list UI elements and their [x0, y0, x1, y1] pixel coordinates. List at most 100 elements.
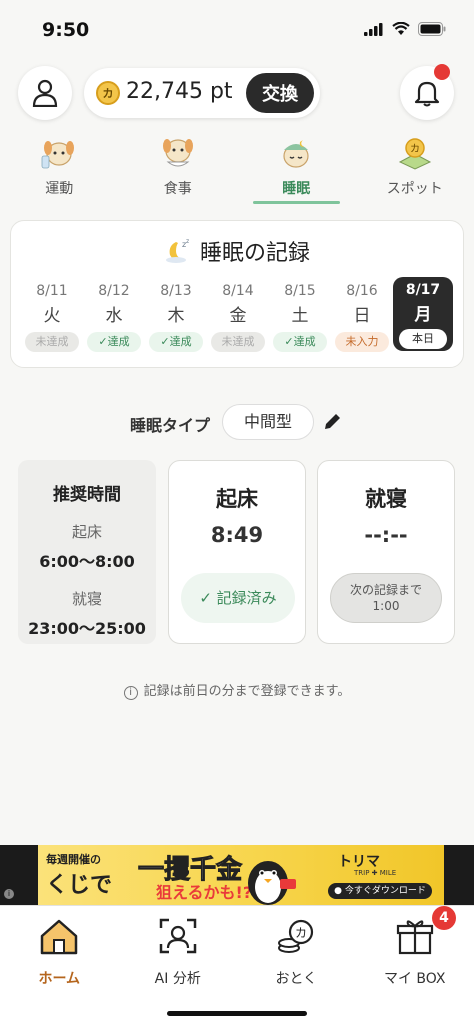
moon-sleep-icon: z z — [165, 238, 189, 263]
pencil-icon[interactable] — [322, 412, 342, 432]
bed-title: 就寝 — [365, 487, 407, 511]
day-date: 8/16 — [346, 283, 378, 299]
status-badge: 未達成 — [211, 332, 265, 352]
profile-button[interactable] — [18, 66, 72, 120]
signal-icon — [364, 22, 383, 36]
bell-icon — [414, 81, 440, 107]
status-badge: ✓達成 — [273, 332, 327, 352]
day-weekday: 火 — [43, 306, 61, 326]
info-icon: i — [123, 686, 138, 700]
status-icons — [364, 22, 446, 36]
wake-time: 8:49 — [210, 523, 264, 547]
sleep-record-card: z z 睡眠の記録 8/11 火 未達成 8/12 水 ✓達成 8/13 木 ✓… — [10, 220, 464, 368]
home-icon — [41, 919, 78, 955]
day-item[interactable]: 8/13 木 ✓達成 — [145, 283, 207, 352]
bed-time: --:-- — [364, 523, 408, 547]
day-item[interactable]: 8/14 金 未達成 — [207, 283, 269, 352]
svg-text:z: z — [186, 238, 189, 245]
wifi-icon — [392, 22, 410, 35]
status-badge: ✓達成 — [87, 332, 141, 352]
info-note: i 記録は前日の分まで登録できます。 — [0, 680, 474, 700]
day-strip: 8/11 火 未達成 8/12 水 ✓達成 8/13 木 ✓達成 8/14 金 … — [21, 277, 453, 352]
nav-label: AI 分析 — [154, 971, 201, 987]
nav-ai-analysis[interactable]: AI 分析 — [119, 906, 238, 1024]
day-weekday: 日 — [353, 306, 371, 326]
day-weekday: 水 — [105, 306, 123, 326]
status-bar: 9:50 — [0, 0, 474, 56]
home-indicator[interactable] — [167, 1011, 307, 1016]
sleep-type-value[interactable]: 中間型 — [222, 404, 314, 440]
recommended-wake-label: 起床 — [71, 523, 102, 541]
day-date: 8/11 — [36, 283, 68, 299]
notification-button[interactable] — [400, 64, 454, 120]
day-date: 8/15 — [284, 283, 316, 299]
sleep-type-row: 睡眠タイプ 中間型 — [0, 404, 474, 440]
recommended-time-card: 推奨時間 起床 6:00〜8:00 就寝 23:00〜25:00 — [18, 460, 156, 644]
day-item[interactable]: 8/16 日 未入力 — [331, 283, 393, 352]
coin-icon: カ — [96, 81, 120, 105]
spot-coin-icon: カ — [398, 138, 431, 170]
day-weekday: 金 — [229, 306, 247, 326]
next-record-label: 次の記録まで — [349, 583, 422, 597]
status-badge: 本日 — [399, 329, 447, 349]
nav-label: ホーム — [38, 971, 81, 987]
ai-scan-icon — [159, 918, 196, 954]
ad-info-icon[interactable]: i — [4, 889, 14, 899]
recorded-button[interactable]: ✓ 記録済み — [181, 573, 295, 623]
user-icon — [32, 79, 58, 107]
ad-download-button[interactable]: ● 今すぐダウンロード — [328, 883, 432, 899]
ad-creative[interactable]: 毎週開催の くじで 一攫千金 狙えるかも!? トリマ TRIP ✚ MILE ●… — [38, 845, 444, 905]
tab-label: 運動 — [45, 181, 74, 197]
nav-home[interactable]: ホーム — [0, 906, 119, 1024]
top-header: カ 22,745 pt 交換 — [0, 64, 474, 124]
wake-card: 起床 8:49 ✓ 記録済み — [168, 460, 306, 644]
mybox-badge: 4 — [432, 906, 456, 930]
day-weekday: 月 — [414, 305, 432, 325]
status-badge: 未達成 — [25, 332, 79, 352]
exchange-button[interactable]: 交換 — [246, 73, 314, 113]
info-note-text: 記録は前日の分まで登録できます。 — [143, 684, 351, 699]
tab-label: スポット — [386, 181, 443, 197]
status-badge: ✓達成 — [149, 332, 203, 352]
day-item-today[interactable]: 8/17 月 本日 — [393, 277, 453, 351]
bottom-nav: ホーム AI 分析 カ おとく マイ BOX 4 — [0, 905, 474, 1024]
nav-mybox[interactable]: マイ BOX 4 — [356, 906, 474, 1024]
notification-dot — [434, 64, 450, 80]
tab-exercise[interactable]: 運動 — [0, 136, 119, 202]
penguin-mascot-icon — [248, 861, 296, 905]
gift-box-icon — [396, 920, 433, 955]
svg-text:カ: カ — [295, 926, 307, 940]
day-date: 8/13 — [160, 283, 192, 299]
day-item[interactable]: 8/15 土 ✓達成 — [269, 283, 331, 352]
battery-icon — [418, 22, 446, 36]
tab-spot[interactable]: カ スポット — [356, 136, 474, 202]
nav-deals[interactable]: カ おとく — [237, 906, 356, 1024]
day-date: 8/12 — [98, 283, 130, 299]
status-badge: 未入力 — [335, 332, 389, 352]
day-date: 8/17 — [405, 282, 441, 298]
points-value: 22,745 pt — [126, 79, 233, 104]
day-weekday: 土 — [291, 306, 309, 326]
ad-text: くじで — [46, 873, 113, 898]
tab-label: 睡眠 — [282, 181, 311, 197]
sleep-record-title: z z 睡眠の記録 — [11, 235, 463, 267]
ad-text: 毎週開催の — [46, 853, 101, 866]
ad-brand-sub: TRIP ✚ MILE — [354, 869, 397, 877]
dog-meal-icon — [162, 139, 193, 167]
tab-meal[interactable]: 食事 — [119, 136, 238, 202]
points-display: カ 22,745 pt 交換 — [84, 68, 320, 118]
tab-sleep[interactable]: 睡眠 — [237, 136, 356, 204]
next-record-button[interactable]: 次の記録まで 1:00 — [330, 573, 442, 623]
next-record-countdown: 1:00 — [372, 599, 400, 613]
ad-brand: トリマ — [338, 854, 380, 870]
recommended-title: 推奨時間 — [53, 485, 121, 505]
ad-banner[interactable]: i 毎週開催の くじで 一攫千金 狙えるかも!? トリマ TRIP ✚ MILE… — [0, 845, 474, 905]
recommended-bed-value: 23:00〜25:00 — [28, 619, 146, 638]
day-item[interactable]: 8/12 水 ✓達成 — [83, 283, 145, 352]
sleep-record-title-text: 睡眠の記録 — [199, 241, 310, 266]
bed-card: 就寝 --:-- 次の記録まで 1:00 — [317, 460, 455, 644]
nav-label: マイ BOX — [383, 971, 446, 987]
tab-label: 食事 — [163, 181, 192, 197]
day-item[interactable]: 8/11 火 未達成 — [21, 283, 83, 352]
recommended-wake-value: 6:00〜8:00 — [39, 552, 135, 571]
